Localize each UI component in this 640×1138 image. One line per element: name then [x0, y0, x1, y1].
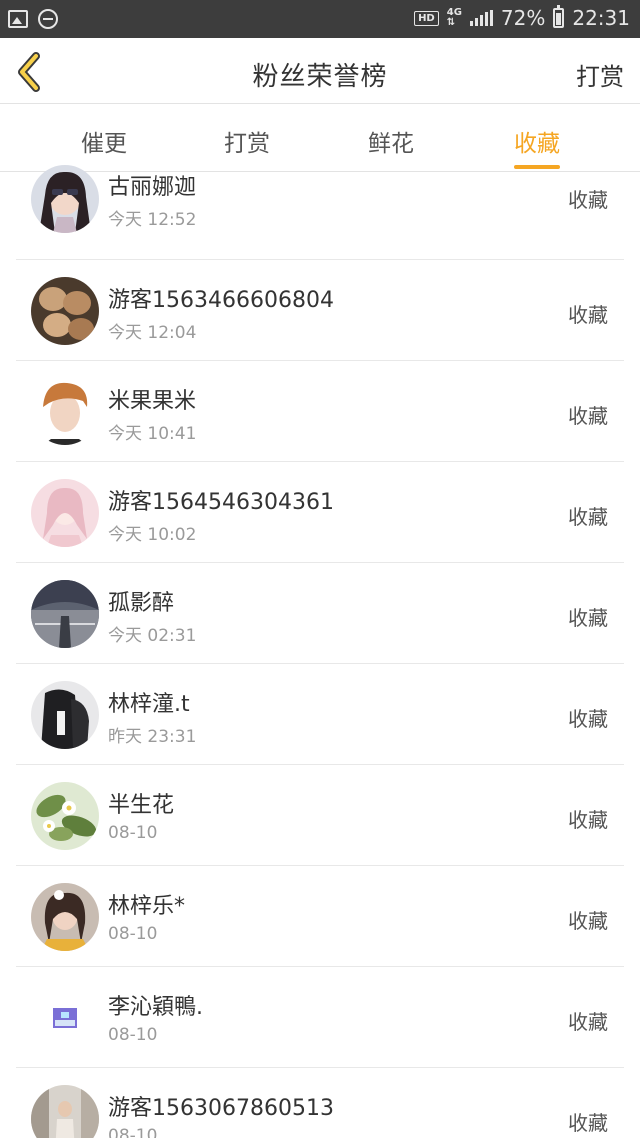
- avatar[interactable]: [31, 782, 99, 850]
- list-item[interactable]: 孤影醉 今天 02:31 收藏: [0, 563, 640, 664]
- list-item[interactable]: 李沁穎鴨. 08-10 收藏: [0, 967, 640, 1068]
- fan-time: 今天 10:02: [108, 525, 197, 545]
- avatar[interactable]: [31, 165, 99, 233]
- fan-time: 08-10: [108, 924, 158, 944]
- fan-time: 今天 02:31: [108, 626, 197, 646]
- battery-percent: 72%: [500, 6, 546, 30]
- fan-action: 收藏: [568, 505, 608, 529]
- fan-action: 收藏: [568, 1111, 608, 1135]
- network-type-icon: 4G ⇅: [446, 7, 462, 28]
- signal-strength-icon: [469, 10, 493, 26]
- do-not-disturb-icon: [38, 9, 58, 29]
- tab-reward[interactable]: 打赏: [207, 124, 287, 158]
- list-item[interactable]: 米果果米 今天 10:41 收藏: [0, 361, 640, 462]
- avatar[interactable]: [31, 1085, 99, 1138]
- tab-favorites[interactable]: 收藏: [497, 124, 577, 169]
- fan-action: 收藏: [568, 606, 608, 630]
- avatar[interactable]: [31, 580, 99, 648]
- fan-action: 收藏: [568, 808, 608, 832]
- fan-action: 收藏: [568, 707, 608, 731]
- list-item[interactable]: 林梓潼.t 昨天 23:31 收藏: [0, 664, 640, 765]
- page-title: 粉丝荣誉榜: [252, 62, 388, 92]
- list-item[interactable]: 林梓乐* 08-10 收藏: [0, 866, 640, 967]
- list-item[interactable]: 游客1563067860513 08-10 收藏: [0, 1068, 640, 1138]
- nav-bar: 粉丝荣誉榜 打赏: [0, 38, 640, 104]
- fan-name: 游客1564546304361: [108, 490, 334, 515]
- avatar[interactable]: [31, 479, 99, 547]
- list-item[interactable]: 半生花 08-10 收藏: [0, 765, 640, 866]
- tab-urge[interactable]: 催更: [64, 124, 144, 158]
- fan-action: 收藏: [568, 404, 608, 428]
- fan-name: 游客1563067860513: [108, 1096, 334, 1121]
- fan-time: 今天 10:41: [108, 424, 197, 444]
- avatar[interactable]: [31, 984, 99, 1052]
- fan-time: 08-10: [108, 1126, 158, 1138]
- fan-name: 林梓潼.t: [108, 692, 190, 717]
- avatar[interactable]: [31, 277, 99, 345]
- fan-name: 游客1563466606804: [108, 288, 334, 313]
- fan-action: 收藏: [568, 188, 608, 212]
- battery-icon: [553, 5, 565, 28]
- fan-time: 08-10: [108, 1025, 158, 1045]
- list-item[interactable]: 古丽娜迦 今天 12:52 收藏: [0, 159, 640, 260]
- avatar[interactable]: [31, 377, 99, 445]
- list-item[interactable]: 游客1564546304361 今天 10:02 收藏: [0, 462, 640, 563]
- fan-name: 孤影醉: [108, 591, 175, 616]
- fan-action: 收藏: [568, 1010, 608, 1034]
- list-item[interactable]: 游客1563466606804 今天 12:04 收藏: [0, 260, 640, 361]
- reward-button[interactable]: 打赏: [576, 57, 624, 92]
- fan-name: 林梓乐*: [108, 894, 186, 919]
- fan-time: 今天 12:04: [108, 323, 197, 343]
- gallery-notification-icon: [8, 10, 28, 28]
- avatar[interactable]: [31, 681, 99, 749]
- fan-name: 米果果米: [108, 389, 197, 414]
- avatar[interactable]: [31, 883, 99, 951]
- fan-name: 半生花: [108, 793, 175, 818]
- status-bar: HD 4G ⇅ 72% 22:31: [0, 0, 640, 38]
- fan-action: 收藏: [568, 909, 608, 933]
- fan-name: 李沁穎鴨.: [108, 995, 203, 1020]
- clock: 22:31: [572, 6, 630, 30]
- tab-flowers[interactable]: 鲜花: [351, 124, 431, 158]
- fan-action: 收藏: [568, 303, 608, 327]
- fan-name: 古丽娜迦: [108, 175, 197, 200]
- hd-voice-icon: HD: [414, 10, 439, 26]
- fan-time: 昨天 23:31: [108, 727, 197, 747]
- fan-time: 今天 12:52: [108, 210, 197, 230]
- fan-time: 08-10: [108, 823, 158, 843]
